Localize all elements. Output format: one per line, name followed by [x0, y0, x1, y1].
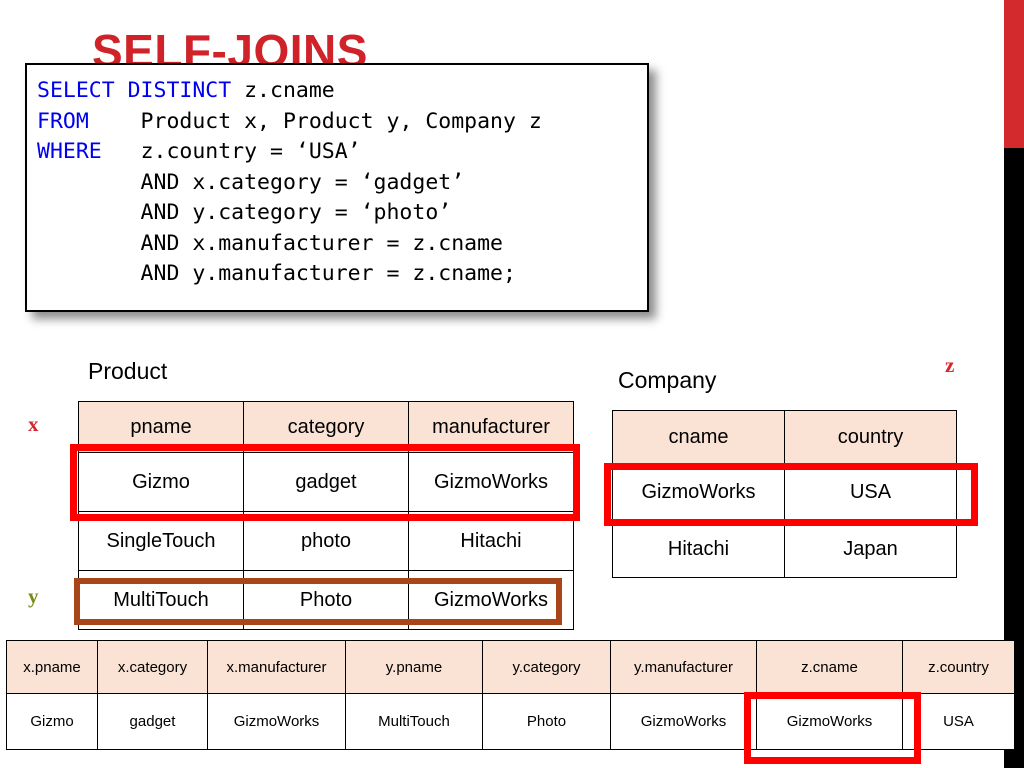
sql-line: FROM Product x, Product y, Company z — [37, 107, 647, 138]
cell-x-category: gadget — [97, 693, 208, 750]
sql-code-box: SELECT DISTINCT z.cname FROM Product x, … — [25, 63, 649, 312]
sql-line: SELECT DISTINCT z.cname — [37, 76, 647, 107]
table-row: SingleTouch photo Hitachi — [78, 511, 574, 571]
cell-pname: MultiTouch — [78, 570, 244, 630]
cell-y-category: Photo — [482, 693, 611, 750]
table-row: MultiTouch Photo GizmoWorks — [78, 570, 574, 630]
company-table-caption: Company — [618, 367, 717, 393]
cell-pname: Gizmo — [78, 452, 244, 512]
sql-text: z.cname — [231, 78, 335, 103]
sql-text: AND x.category = ‘gadget’ — [37, 169, 465, 195]
cell-pname: SingleTouch — [78, 511, 244, 571]
table-row: GizmoWorks USA — [612, 463, 957, 521]
alias-label-x: x — [28, 412, 39, 436]
column-header-country: country — [784, 410, 957, 464]
table-header-row: x.pname x.category x.manufacturer y.pnam… — [6, 640, 1015, 694]
sql-keyword: WHERE — [37, 139, 102, 164]
cell-category: gadget — [243, 452, 409, 512]
alias-label-z: z — [945, 353, 955, 377]
column-header-y-pname: y.pname — [345, 640, 483, 694]
cell-y-manufacturer: GizmoWorks — [610, 693, 757, 750]
cell-cname: Hitachi — [612, 520, 785, 578]
sql-text: Product x, Product y, Company z — [88, 108, 542, 134]
cell-x-pname: Gizmo — [6, 693, 98, 750]
sql-line: AND x.manufacturer = z.cname — [37, 229, 647, 260]
cell-x-manufacturer: GizmoWorks — [207, 693, 346, 750]
column-header-manufacturer: manufacturer — [408, 401, 574, 453]
cell-category: photo — [243, 511, 409, 571]
sql-keyword: FROM — [37, 108, 89, 134]
table-header-row: cname country — [612, 410, 957, 464]
product-table-caption: Product — [88, 358, 168, 384]
column-header-cname: cname — [612, 410, 785, 464]
join-result-table: x.pname x.category x.manufacturer y.pnam… — [6, 640, 1015, 750]
alias-label-y: y — [28, 584, 39, 608]
cell-manufacturer: GizmoWorks — [408, 570, 574, 630]
table-row: Hitachi Japan — [612, 520, 957, 578]
column-header-y-manufacturer: y.manufacturer — [610, 640, 757, 694]
table-row: Gizmo gadget GizmoWorks — [78, 452, 574, 512]
cell-y-pname: MultiTouch — [345, 693, 483, 750]
right-edge-red-bar — [1004, 0, 1024, 148]
column-header-z-cname: z.cname — [756, 640, 903, 694]
sql-text: z.country = ‘USA’ — [101, 139, 361, 164]
table-row: Gizmo gadget GizmoWorks MultiTouch Photo… — [6, 693, 1015, 750]
sql-line: WHERE z.country = ‘USA’ — [37, 137, 647, 168]
sql-text: AND y.manufacturer = z.cname; — [37, 261, 516, 286]
column-header-x-pname: x.pname — [6, 640, 98, 694]
cell-manufacturer: Hitachi — [408, 511, 574, 571]
cell-country: Japan — [784, 520, 957, 578]
product-table: pname category manufacturer Gizmo gadget… — [78, 401, 574, 630]
column-header-y-category: y.category — [482, 640, 611, 694]
column-header-pname: pname — [78, 401, 244, 453]
cell-manufacturer: GizmoWorks — [408, 452, 574, 512]
column-header-category: category — [243, 401, 409, 453]
sql-line: AND y.manufacturer = z.cname; — [37, 259, 647, 290]
cell-z-country: USA — [902, 693, 1015, 750]
sql-keyword: SELECT DISTINCT — [37, 78, 232, 103]
sql-text: AND x.manufacturer = z.cname — [37, 230, 503, 256]
sql-line: AND y.category = ‘photo’ — [37, 198, 647, 229]
column-header-x-category: x.category — [97, 640, 208, 694]
column-header-x-manufacturer: x.manufacturer — [207, 640, 346, 694]
sql-text: AND y.category = ‘photo’ — [37, 200, 452, 225]
company-table: cname country GizmoWorks USA Hitachi Jap… — [612, 410, 957, 578]
cell-country: USA — [784, 463, 957, 521]
sql-line: AND x.category = ‘gadget’ — [37, 168, 647, 199]
cell-cname: GizmoWorks — [612, 463, 785, 521]
table-header-row: pname category manufacturer — [78, 401, 574, 453]
cell-category: Photo — [243, 570, 409, 630]
cell-z-cname: GizmoWorks — [756, 693, 903, 750]
column-header-z-country: z.country — [902, 640, 1015, 694]
